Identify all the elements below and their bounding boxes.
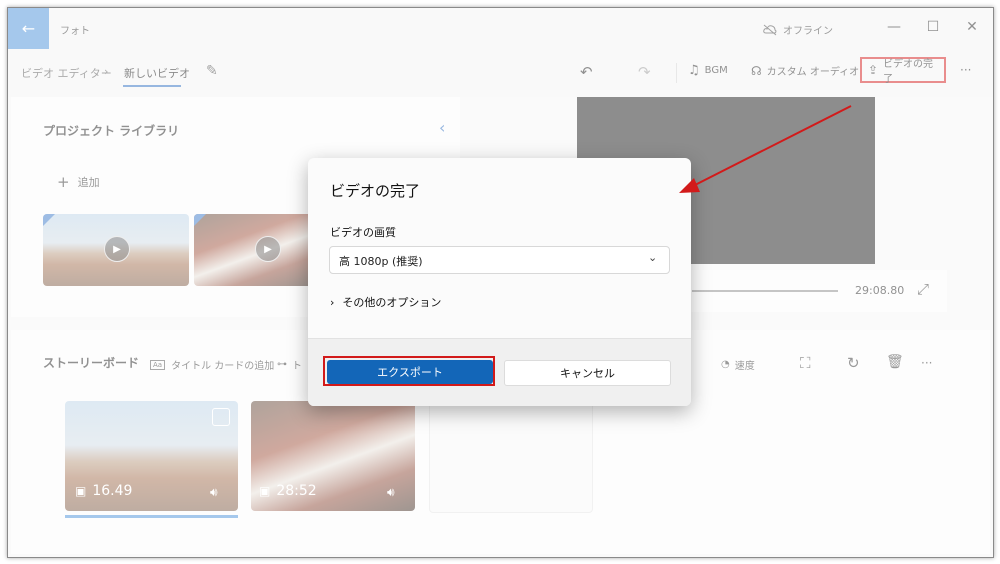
annotation-arrow xyxy=(679,105,852,193)
app-window: ← フォト オフライン — ☐ ✕ ビデオ エディター › 新しいビデオ ✎ ↶… xyxy=(7,7,994,558)
